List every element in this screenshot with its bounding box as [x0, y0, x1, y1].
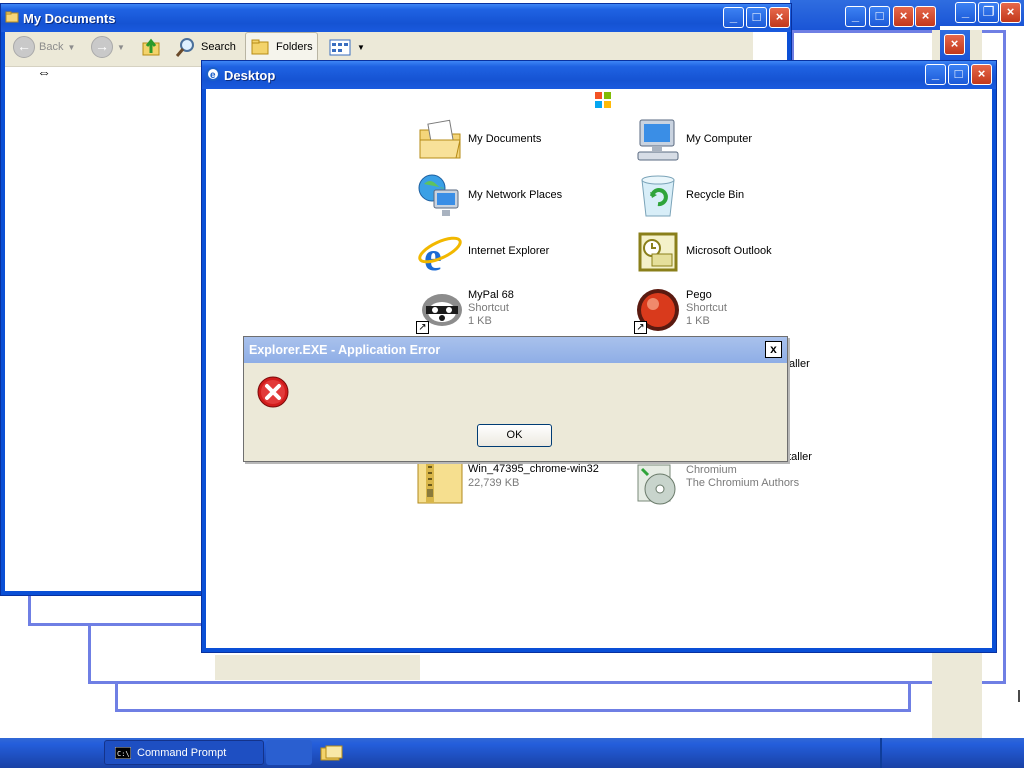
- edge-artifact: [1018, 690, 1020, 702]
- item-label: Win_47395_chrome-win32: [468, 463, 599, 475]
- shortcut-arrow-icon: ↗: [416, 321, 429, 334]
- ghost-strip: [215, 655, 420, 680]
- internet-explorer-icon: e: [206, 67, 220, 81]
- close-button[interactable]: ×: [971, 64, 992, 85]
- forward-button[interactable]: → ▼: [91, 32, 125, 62]
- maximize-button[interactable]: □: [869, 6, 890, 27]
- zip-folder-icon: [417, 462, 463, 504]
- back-label: Back: [39, 41, 64, 53]
- item-company: The Chromium Authors: [686, 477, 800, 489]
- back-button[interactable]: ← Back ▼: [13, 32, 75, 62]
- desktop-item-my-documents[interactable]: My Documents: [416, 116, 621, 166]
- item-subtitle: Shortcut: [686, 302, 727, 314]
- application-error-dialog: Explorer.EXE - Application Error x OK: [243, 336, 788, 462]
- item-label: My Computer: [686, 133, 753, 145]
- item-label: My Network Places: [468, 189, 563, 201]
- partial-item-label: aller: [789, 358, 810, 370]
- window-title: Desktop: [224, 68, 276, 83]
- chevron-down-icon: ▼: [67, 42, 76, 52]
- close-button[interactable]: ×: [1000, 2, 1021, 23]
- desktop-item-recycle-bin[interactable]: Recycle Bin: [634, 172, 839, 222]
- internet-explorer-icon: e: [418, 234, 462, 276]
- item-label: Pego: [686, 289, 712, 301]
- resize-cursor-icon: ⇔: [37, 64, 51, 80]
- maximize-button[interactable]: □: [948, 64, 969, 85]
- chevron-down-icon: ▼: [117, 42, 125, 52]
- taskbar-item-explorer[interactable]: [266, 740, 312, 765]
- search-icon: [175, 38, 194, 57]
- taskbar-item-label: Command Prompt: [137, 747, 227, 759]
- close-button[interactable]: ×: [944, 34, 965, 55]
- restore-button[interactable]: ❐: [978, 2, 999, 23]
- item-size: 22,739 KB: [468, 477, 520, 489]
- item-size: 1 KB: [468, 315, 492, 327]
- search-button[interactable]: Search: [175, 32, 236, 62]
- desktop-item-mini-installer[interactable]: Win_47395_mini_installer Chromium The Ch…: [634, 451, 839, 509]
- desktop-item-my-computer[interactable]: My Computer: [634, 116, 839, 166]
- views-icon: [329, 39, 351, 56]
- dialog-close-button[interactable]: x: [765, 341, 782, 358]
- installer-icon: [637, 464, 676, 505]
- close-button[interactable]: ×: [915, 6, 936, 27]
- item-size: 1 KB: [686, 315, 710, 327]
- chevron-down-icon: ▼: [357, 42, 365, 52]
- maximize-button[interactable]: □: [746, 7, 767, 28]
- dialog-titlebar[interactable]: Explorer.EXE - Application Error x: [244, 337, 787, 363]
- item-label: Internet Explorer: [468, 245, 550, 257]
- folders-icon: [251, 39, 269, 55]
- error-icon: [257, 376, 289, 408]
- item-subtitle: Chromium: [686, 464, 737, 476]
- up-folder-icon: [142, 38, 160, 56]
- desktop-item-internet-explorer[interactable]: e Internet Explorer: [416, 228, 621, 278]
- taskbar: C:\ Command Prompt: [0, 738, 1024, 768]
- shortcut-arrow-icon: ↗: [634, 321, 647, 334]
- minimize-button[interactable]: _: [925, 64, 946, 85]
- desktop-item-chrome-zip[interactable]: Win_47395_chrome-win32 22,739 KB: [416, 459, 621, 509]
- desktop-item-pego[interactable]: ↗ Pego Shortcut 1 KB: [634, 286, 839, 336]
- item-label: Recycle Bin: [686, 189, 745, 201]
- forward-arrow-icon: →: [91, 36, 113, 58]
- dialog-title: Explorer.EXE - Application Error: [249, 343, 441, 357]
- item-label: Microsoft Outlook: [686, 245, 772, 257]
- minimize-button[interactable]: _: [845, 6, 866, 27]
- svg-text:e: e: [210, 70, 216, 81]
- my-computer-icon: [637, 119, 679, 161]
- search-label: Search: [201, 41, 236, 53]
- desktop-item-microsoft-outlook[interactable]: Microsoft Outlook: [634, 228, 839, 278]
- network-places-icon: [418, 174, 459, 216]
- folder-icon: [5, 11, 19, 23]
- minimize-button[interactable]: _: [723, 7, 744, 28]
- item-label: My Documents: [468, 133, 542, 145]
- folders-button[interactable]: Folders: [245, 32, 318, 62]
- desktop-item-my-network-places[interactable]: My Network Places: [416, 172, 621, 222]
- folders-label: Folders: [276, 41, 313, 53]
- recycle-bin-icon: [641, 175, 675, 217]
- outlook-icon: [638, 232, 678, 272]
- close-button[interactable]: ×: [893, 6, 914, 27]
- my-documents-icon: [419, 119, 461, 159]
- item-label: MyPal 68: [468, 289, 514, 301]
- close-button[interactable]: ×: [769, 7, 790, 28]
- ok-button[interactable]: OK: [477, 424, 552, 447]
- taskbar-item-command-prompt[interactable]: C:\ Command Prompt: [104, 740, 264, 765]
- back-arrow-icon: ←: [13, 36, 35, 58]
- windows-logo-icon: [595, 92, 611, 108]
- svg-text:C:\: C:\: [117, 750, 130, 758]
- taskbar-separator: [880, 738, 882, 768]
- window-title: My Documents: [23, 11, 116, 26]
- item-subtitle: Shortcut: [468, 302, 509, 314]
- up-folder-button[interactable]: [141, 32, 163, 62]
- desktop-titlebar[interactable]: e Desktop _ □ ×: [202, 61, 996, 89]
- command-prompt-icon: C:\: [115, 747, 131, 759]
- my-documents-titlebar[interactable]: My Documents _ □ ×: [1, 4, 791, 32]
- minimize-button[interactable]: _: [955, 2, 976, 23]
- views-button[interactable]: ▼: [329, 32, 365, 62]
- explorer-folder-icon[interactable]: [320, 744, 344, 762]
- desktop-item-mypal[interactable]: ↗ MyPal 68 Shortcut 1 KB: [416, 286, 621, 336]
